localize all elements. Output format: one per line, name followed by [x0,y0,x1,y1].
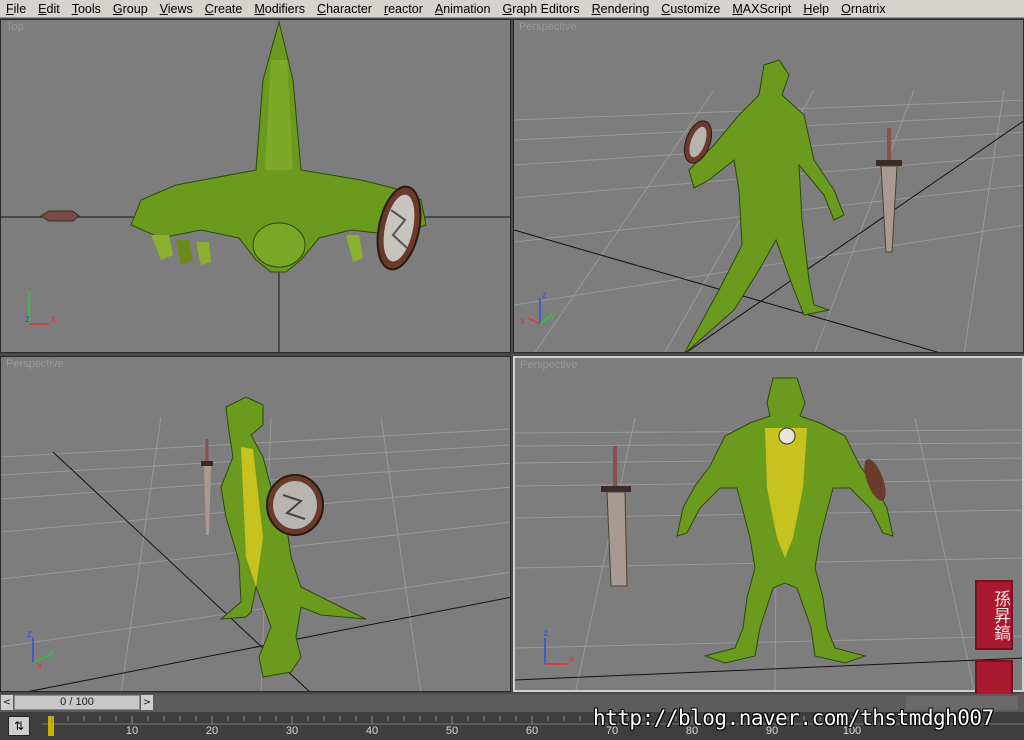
menu-graph-editors[interactable]: Graph Editors [496,0,585,18]
track-tick-label: 60 [525,725,539,737]
axis-label-x: x [37,661,42,672]
menu-animation[interactable]: Animation [429,0,497,18]
menu-tools[interactable]: Tools [66,0,107,18]
menu-maxscript[interactable]: MAXScript [726,0,797,18]
axis-label-y: y [27,288,32,299]
axis-label-z: z [25,314,30,325]
menu-file[interactable]: File [0,0,32,18]
viewport-perspective-1[interactable]: Perspective z x y [513,19,1024,353]
menu-modifiers[interactable]: Modifiers [248,0,311,18]
menu-edit[interactable]: Edit [32,0,66,18]
prev-frame-button[interactable]: < [1,695,13,710]
watermark-url: http://blog.naver.com/thstmdgh007 [593,706,994,730]
menu-reactor[interactable]: reactor [378,0,429,18]
artist-seal: 孫昇鎬 [975,580,1013,650]
axis-gizmo-top: y x z [25,288,56,325]
axis-label-y: y [550,310,555,321]
next-frame-button[interactable]: > [141,695,153,710]
menu-ornatrix[interactable]: Ornatrix [835,0,891,18]
axis-gizmo-perspective-1: z x y [520,290,555,327]
axis-label-x: x [569,654,574,665]
axis-label-x: x [51,314,56,325]
menu-rendering[interactable]: Rendering [586,0,656,18]
time-slider[interactable]: 0 / 100 [14,695,140,710]
track-tick-label: 30 [285,725,299,737]
current-frame-marker [48,716,54,736]
menu-character[interactable]: Character [311,0,378,18]
track-tick-label: 50 [445,725,459,737]
track-tick-label: 10 [125,725,139,737]
viewport-perspective-2[interactable]: Perspective z x y [0,356,511,692]
top-view-scene [1,20,510,352]
axis-label-x: x [520,316,525,327]
menu-customize[interactable]: Customize [655,0,726,18]
track-tick-label: 40 [365,725,379,737]
axis-label-z: z [543,628,548,639]
axis-gizmo-perspective-3: z x [543,628,574,665]
menu-help[interactable]: Help [797,0,835,18]
axis-label-z: z [27,629,32,640]
axis-gizmo-perspective-2: z x y [27,629,54,672]
perspective-scene-2 [1,396,510,691]
perspective-scene-1 [514,59,1023,352]
menu-views[interactable]: Views [154,0,199,18]
track-tick-label: 20 [205,725,219,737]
axis-label-y: y [49,647,54,658]
menu-group[interactable]: Group [107,0,154,18]
axis-label-z: z [542,290,547,301]
menu-bar: File Edit Tools Group Views Create Modifiers Ch… [0,0,1024,18]
viewport-perspective-3[interactable]: Perspective z x [513,356,1024,692]
menu-create[interactable]: Create [199,0,249,18]
perspective-scene-3 [515,377,1022,690]
viewport-top[interactable]: Top y x z [0,19,511,353]
